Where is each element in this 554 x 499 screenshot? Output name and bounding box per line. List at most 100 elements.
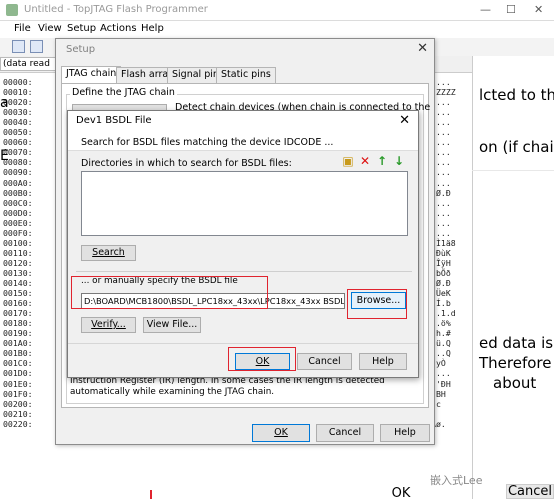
setup-group-label: Define the JTAG chain (70, 87, 177, 98)
hex-ascii: ÎÿH (436, 257, 451, 268)
hex-address: 000A0: (3, 177, 33, 188)
setup-ok-button[interactable]: OK (252, 424, 310, 442)
menu-actions[interactable]: Actions (100, 23, 137, 34)
hex-address: 00000: (3, 77, 33, 87)
hex-address: 001D0: (3, 368, 33, 379)
add-folder-icon[interactable]: ▣ (341, 155, 355, 169)
open-icon[interactable] (12, 40, 25, 53)
move-up-icon[interactable]: ↑ (375, 155, 389, 169)
app-title: Untitled - TopJTAG Flash Programmer (24, 4, 208, 15)
hex-ascii: ... (436, 207, 451, 218)
status-field: (data read (0, 57, 60, 71)
hex-ascii: ZZZZ (436, 87, 456, 98)
bsdl-help-button[interactable]: Help (359, 353, 407, 370)
app-window-controls: — ☐ ✕ (474, 0, 554, 21)
menu-setup[interactable]: Setup (67, 23, 96, 34)
hex-ascii: 'ÐH (436, 378, 451, 389)
left-cut-text-2: E (0, 148, 9, 164)
bsdl-view-file-button[interactable]: View File... (143, 317, 201, 333)
delete-icon[interactable]: ✕ (358, 155, 372, 169)
hex-ascii: ÜeK (436, 288, 451, 299)
hex-ascii: ... (436, 227, 451, 238)
hex-ascii: Ì1ä8 (436, 237, 456, 248)
app-menubar: File View Setup Actions Help (0, 21, 554, 38)
hex-address: 000F0: (3, 227, 33, 238)
maximize-icon[interactable]: ☐ (506, 3, 516, 16)
bsdl-header-text: Search for BSDL files matching the devic… (81, 137, 334, 148)
hex-ascii: ... (436, 97, 451, 108)
bsdl-search-button[interactable]: Search (81, 245, 136, 261)
highlight-path-box (71, 276, 268, 309)
menu-view[interactable]: View (38, 23, 62, 34)
bsdl-dir-toolbar: ▣ ✕ ↑ ↓ (341, 155, 411, 169)
hex-address: 001A0: (3, 338, 33, 349)
hex-address: 001E0: (3, 378, 33, 389)
rp-divider (472, 170, 554, 171)
hex-address: 00100: (3, 237, 33, 248)
menu-file[interactable]: File (14, 23, 31, 34)
hex-address: 00200: (3, 398, 33, 409)
hex-ascii: Ø.Ð (436, 278, 451, 288)
rp-text-1: lcted to th (479, 86, 554, 104)
hex-ascii: .1.d (436, 308, 456, 319)
menu-help[interactable]: Help (141, 23, 164, 34)
hex-address: 00040: (3, 117, 33, 128)
hex-address: 00050: (3, 127, 33, 138)
hex-ascii: ü.Q (436, 338, 451, 349)
hex-ascii: h.# (436, 328, 451, 339)
hex-ascii: ... (436, 137, 451, 148)
tab-jtag-chain[interactable]: JTAG chain (61, 66, 122, 84)
tab-static-pins[interactable]: Static pins (216, 67, 276, 83)
highlight-ok-box (228, 347, 296, 371)
hex-address: 001B0: (3, 348, 33, 359)
hex-ascii: ..Q (436, 348, 451, 359)
bsdl-cancel-button[interactable]: Cancel (297, 353, 352, 370)
hex-ascii: Ø.Ð (436, 187, 451, 198)
bsdl-search-label: Search (92, 247, 125, 258)
close-icon[interactable]: ✕ (534, 3, 543, 16)
hex-ascii: ÐùK (436, 247, 451, 258)
minimize-icon[interactable]: — (480, 3, 491, 16)
hex-address: 000B0: (3, 187, 33, 198)
bsdl-verify-label: Verify... (91, 319, 126, 330)
setup-close-icon[interactable]: ✕ (417, 41, 428, 56)
setup-ok-label: OK (274, 427, 288, 438)
background-ok-button[interactable]: OK (370, 486, 432, 499)
bsdl-title: Dev1 BSDL File (76, 115, 152, 126)
hex-address: 00170: (3, 308, 33, 319)
hex-ascii: ... (436, 177, 451, 188)
hex-ascii: ... (436, 77, 451, 87)
watermark: 嵌入式Lee (430, 474, 483, 487)
hex-address: 00150: (3, 288, 33, 299)
rp-text-5: about (493, 374, 537, 392)
hex-ascii: ... (436, 147, 451, 158)
save-icon[interactable] (30, 40, 43, 53)
rp-text-2: on (if chai (479, 138, 554, 156)
bsdl-bottom-separator (68, 343, 418, 344)
setup-cancel-button[interactable]: Cancel (316, 424, 374, 442)
bsdl-verify-button[interactable]: Verify... (81, 317, 136, 333)
hex-address: 00090: (3, 167, 33, 178)
hex-address: 000E0: (3, 217, 33, 228)
setup-title: Setup (66, 44, 96, 55)
highlight-browse-box (347, 289, 407, 319)
hex-ascii: ... (436, 117, 451, 128)
hex-address: 001F0: (3, 388, 33, 399)
hex-address: 000D0: (3, 207, 33, 218)
hex-ascii: Í.b (436, 298, 451, 309)
background-window-right: lcted to th on (if chai ed data is There… (472, 56, 554, 499)
background-cancel-button[interactable]: Cancel (506, 484, 554, 499)
hex-address: 001C0: (3, 358, 33, 369)
red-marker (150, 490, 152, 499)
hex-ascii: yÒ (436, 358, 446, 369)
move-down-icon[interactable]: ↓ (392, 155, 406, 169)
bsdl-directories-list[interactable] (81, 171, 408, 236)
bsdl-close-icon[interactable]: ✕ (399, 113, 410, 128)
bsdl-separator (76, 271, 412, 272)
hex-address: 00060: (3, 137, 33, 148)
app-titlebar: Untitled - TopJTAG Flash Programmer — ☐ … (0, 0, 554, 21)
setup-help-button[interactable]: Help (380, 424, 430, 442)
hex-ascii: ... (436, 368, 451, 379)
hex-ascii: bÕð (436, 267, 451, 278)
hex-ascii: ... (436, 217, 451, 228)
